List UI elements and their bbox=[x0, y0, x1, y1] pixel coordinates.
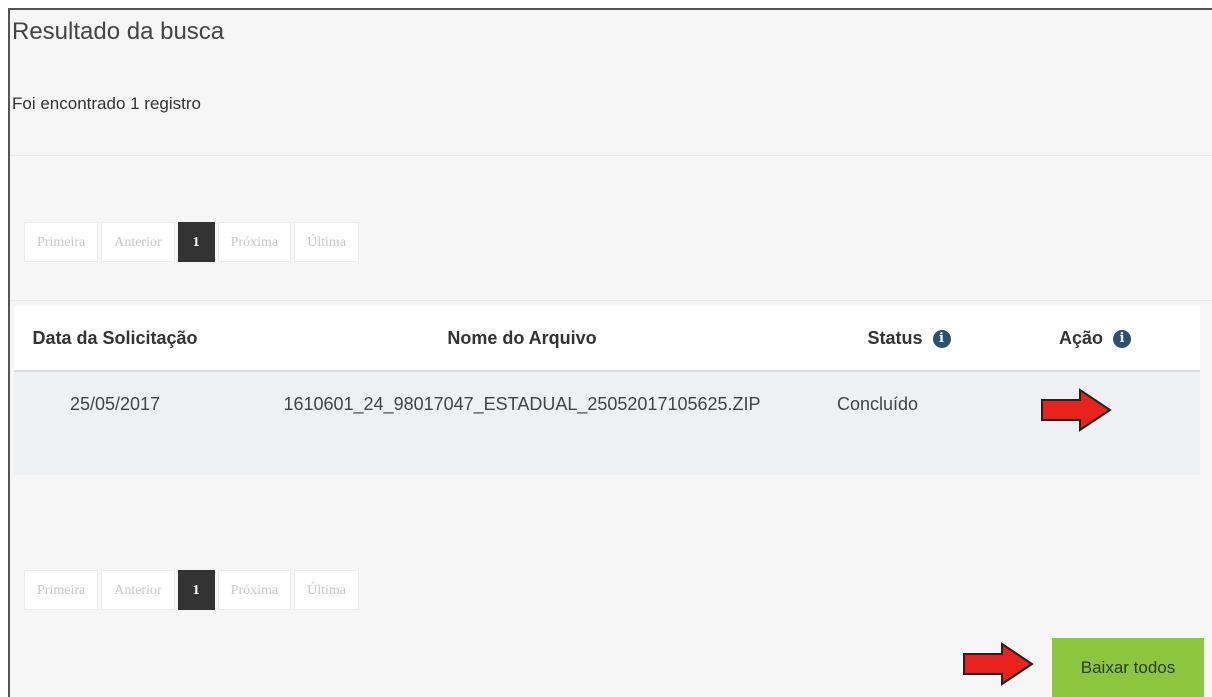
page-prev-button[interactable]: Anterior bbox=[101, 222, 175, 262]
table-header-row: Data da Solicitação Nome do Arquivo Stat… bbox=[14, 306, 1200, 372]
divider bbox=[10, 300, 1212, 301]
results-table: Data da Solicitação Nome do Arquivo Stat… bbox=[14, 306, 1200, 475]
cell-date: 25/05/2017 bbox=[14, 371, 216, 475]
page-next-button[interactable]: Próxima bbox=[217, 222, 292, 262]
col-header-action: Ação i bbox=[990, 306, 1200, 372]
red-arrow-icon bbox=[1041, 388, 1112, 432]
cell-file-name: 1610601_24_98017047_ESTADUAL_25052017105… bbox=[216, 371, 828, 475]
page-current-button[interactable]: 1 bbox=[177, 222, 215, 262]
info-icon[interactable]: i bbox=[1113, 329, 1131, 348]
cell-status: Concluído bbox=[828, 371, 990, 475]
pagination-top: Primeira Anterior 1 Próxima Última bbox=[24, 222, 362, 262]
download-all-button[interactable]: Baixar todos bbox=[1052, 638, 1204, 697]
col-header-status: Status i bbox=[828, 306, 990, 372]
page-next-button[interactable]: Próxima bbox=[217, 570, 292, 610]
info-icon[interactable]: i bbox=[932, 329, 951, 348]
red-arrow-icon bbox=[963, 642, 1034, 686]
page-first-button[interactable]: Primeira bbox=[24, 570, 99, 610]
page-last-button[interactable]: Última bbox=[294, 222, 359, 262]
divider bbox=[10, 155, 1212, 156]
page-first-button[interactable]: Primeira bbox=[24, 222, 99, 262]
page-title: Resultado da busca bbox=[12, 18, 225, 45]
table-row: 25/05/2017 1610601_24_98017047_ESTADUAL_… bbox=[14, 371, 1200, 475]
col-header-date: Data da Solicitação bbox=[14, 306, 216, 372]
page-prev-button[interactable]: Anterior bbox=[101, 570, 175, 610]
page-current-button[interactable]: 1 bbox=[177, 570, 215, 610]
col-header-status-label: Status bbox=[867, 327, 923, 348]
status-text: Concluído bbox=[837, 394, 919, 414]
pagination-bottom: Primeira Anterior 1 Próxima Última bbox=[24, 570, 362, 610]
page-last-button[interactable]: Última bbox=[294, 570, 359, 610]
col-header-action-label: Ação bbox=[1058, 327, 1103, 348]
result-count: Foi encontrado 1 registro bbox=[12, 94, 201, 113]
col-header-file: Nome do Arquivo bbox=[216, 306, 828, 372]
